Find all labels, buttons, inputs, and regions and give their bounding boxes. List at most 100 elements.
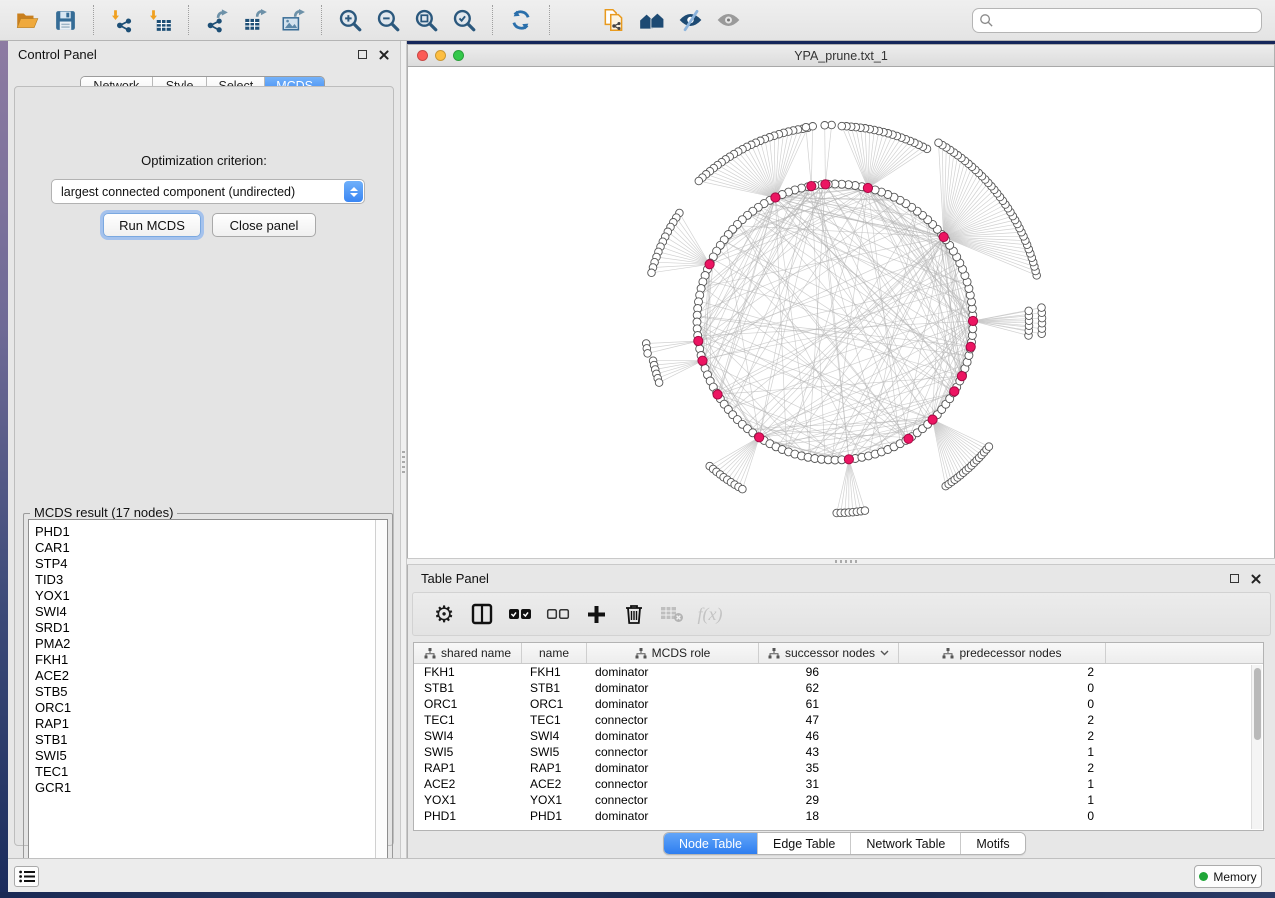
network-hub-node[interactable] bbox=[844, 455, 853, 464]
mcds-result-item[interactable]: RAP1 bbox=[29, 716, 387, 732]
table-row[interactable]: PHD1PHD1dominator180 bbox=[414, 808, 1263, 824]
network-hub-node[interactable] bbox=[863, 183, 872, 192]
hide-selected-icon[interactable] bbox=[674, 4, 706, 36]
network-hub-node[interactable] bbox=[950, 387, 959, 396]
mcds-result-item[interactable]: ORC1 bbox=[29, 700, 387, 716]
clone-network-icon[interactable] bbox=[598, 4, 630, 36]
tab-edge-table[interactable]: Edge Table bbox=[758, 833, 851, 854]
network-hub-node[interactable] bbox=[698, 356, 707, 365]
export-image-icon[interactable] bbox=[277, 4, 309, 36]
network-window-titlebar[interactable]: YPA_prune.txt_1 bbox=[407, 44, 1275, 67]
zoom-out-icon[interactable] bbox=[372, 4, 404, 36]
mcds-result-item[interactable]: ACE2 bbox=[29, 668, 387, 684]
column-header-MCDS-role[interactable]: MCDS role bbox=[587, 643, 759, 663]
column-header-name[interactable]: name bbox=[522, 643, 587, 663]
destroy-columns-icon[interactable] bbox=[655, 598, 689, 630]
mcds-result-item[interactable]: CAR1 bbox=[29, 540, 387, 556]
column-header-predecessor-nodes[interactable]: predecessor nodes bbox=[899, 643, 1106, 663]
mcds-result-item[interactable]: TID3 bbox=[29, 572, 387, 588]
node-table[interactable]: shared namenameMCDS rolesuccessor nodesp… bbox=[413, 642, 1264, 831]
table-row[interactable]: STB1STB1dominator620 bbox=[414, 680, 1263, 696]
horizontal-splitter[interactable] bbox=[407, 558, 1275, 565]
show-all-icon[interactable] bbox=[712, 4, 744, 36]
table-cell: ORC1 bbox=[522, 696, 587, 712]
delete-entries-icon[interactable] bbox=[617, 598, 651, 630]
zoom-fit-icon[interactable] bbox=[410, 4, 442, 36]
tab-node-table[interactable]: Node Table bbox=[664, 833, 758, 854]
import-table-icon[interactable] bbox=[144, 4, 176, 36]
mcds-result-item[interactable]: GCR1 bbox=[29, 780, 387, 796]
table-row[interactable]: ACE2ACE2connector311 bbox=[414, 776, 1263, 792]
network-hub-node[interactable] bbox=[968, 316, 977, 325]
save-session-icon[interactable] bbox=[49, 4, 81, 36]
network-hub-node[interactable] bbox=[904, 434, 913, 443]
table-row[interactable]: RAP1RAP1dominator352 bbox=[414, 760, 1263, 776]
open-file-icon[interactable] bbox=[11, 4, 43, 36]
memory-button[interactable]: Memory bbox=[1194, 865, 1262, 888]
export-table-icon[interactable] bbox=[239, 4, 271, 36]
import-network-icon[interactable] bbox=[106, 4, 138, 36]
table-row[interactable]: YOX1YOX1connector291 bbox=[414, 792, 1263, 808]
first-neighbors-icon[interactable] bbox=[636, 4, 668, 36]
open-folder-glyph bbox=[14, 7, 40, 33]
network-hub-node[interactable] bbox=[694, 336, 703, 345]
column-header-successor-nodes[interactable]: successor nodes bbox=[759, 643, 899, 663]
deselect-all-icon[interactable] bbox=[541, 598, 575, 630]
vertical-splitter[interactable] bbox=[400, 41, 407, 858]
export-network-icon[interactable] bbox=[201, 4, 233, 36]
mcds-result-item[interactable]: SWI4 bbox=[29, 604, 387, 620]
mcds-result-item[interactable]: STP4 bbox=[29, 556, 387, 572]
table-row[interactable]: TEC1TEC1connector472 bbox=[414, 712, 1263, 728]
tab-network-table[interactable]: Network Table bbox=[851, 833, 961, 854]
scrollbar-thumb[interactable] bbox=[1254, 668, 1261, 740]
network-hub-node[interactable] bbox=[713, 390, 722, 399]
mcds-result-item[interactable]: STB1 bbox=[29, 732, 387, 748]
add-column-icon[interactable] bbox=[579, 598, 613, 630]
mcds-result-item[interactable]: TEC1 bbox=[29, 764, 387, 780]
function-builder-icon[interactable]: f(x) bbox=[693, 598, 727, 630]
mcds-list-scrollbar[interactable] bbox=[375, 520, 387, 879]
network-hub-node[interactable] bbox=[705, 260, 714, 269]
network-hub-node[interactable] bbox=[807, 182, 816, 191]
mcds-result-item[interactable]: STB5 bbox=[29, 684, 387, 700]
task-history-button[interactable] bbox=[14, 866, 39, 887]
table-options-gear-icon[interactable]: ⚙ bbox=[427, 598, 461, 630]
table-row[interactable]: ORC1ORC1dominator610 bbox=[414, 696, 1263, 712]
optimization-select[interactable]: largest connected component (undirected) bbox=[51, 179, 365, 204]
table-scrollbar[interactable] bbox=[1251, 665, 1262, 829]
network-hub-node[interactable] bbox=[821, 180, 830, 189]
network-hub-node[interactable] bbox=[966, 342, 975, 351]
network-hub-node[interactable] bbox=[957, 372, 966, 381]
network-view[interactable] bbox=[407, 67, 1275, 558]
select-all-icon[interactable] bbox=[503, 598, 537, 630]
mcds-result-list[interactable]: PHD1CAR1STP4TID3YOX1SWI4SRD1PMA2FKH1ACE2… bbox=[28, 519, 388, 880]
network-hub-node[interactable] bbox=[771, 193, 780, 202]
zoom-selected-icon[interactable] bbox=[448, 4, 480, 36]
mcds-result-item[interactable]: PMA2 bbox=[29, 636, 387, 652]
network-hub-node[interactable] bbox=[928, 415, 937, 424]
tab-motifs[interactable]: Motifs bbox=[961, 833, 1024, 854]
column-header-shared-name[interactable]: shared name bbox=[414, 643, 522, 663]
mcds-result-item[interactable]: FKH1 bbox=[29, 652, 387, 668]
float-panel-icon[interactable] bbox=[356, 48, 369, 61]
toggle-panel-columns-icon[interactable] bbox=[465, 598, 499, 630]
mcds-result-item[interactable]: PHD1 bbox=[29, 524, 387, 540]
mcds-result-item[interactable]: YOX1 bbox=[29, 588, 387, 604]
table-row[interactable]: SWI5SWI5connector431 bbox=[414, 744, 1263, 760]
run-mcds-button[interactable]: Run MCDS bbox=[103, 213, 201, 237]
table-row[interactable]: FKH1FKH1dominator962 bbox=[414, 664, 1263, 680]
refresh-layout-icon[interactable] bbox=[505, 4, 537, 36]
mcds-result-item[interactable]: SWI5 bbox=[29, 748, 387, 764]
network-hub-node[interactable] bbox=[939, 232, 948, 241]
network-canvas-svg[interactable] bbox=[408, 67, 1275, 558]
table-row[interactable]: SWI4SWI4dominator462 bbox=[414, 728, 1263, 744]
close-panel-button[interactable]: Close panel bbox=[212, 213, 316, 237]
close-panel-icon[interactable] bbox=[377, 48, 390, 61]
network-hub-node[interactable] bbox=[755, 433, 764, 442]
mcds-result-item[interactable]: SRD1 bbox=[29, 620, 387, 636]
float-table-panel-icon[interactable] bbox=[1228, 572, 1241, 585]
zoom-in-icon[interactable] bbox=[334, 4, 366, 36]
close-table-panel-icon[interactable] bbox=[1249, 572, 1262, 585]
search-input[interactable] bbox=[998, 13, 1255, 28]
network-leaf-node bbox=[1038, 304, 1046, 312]
